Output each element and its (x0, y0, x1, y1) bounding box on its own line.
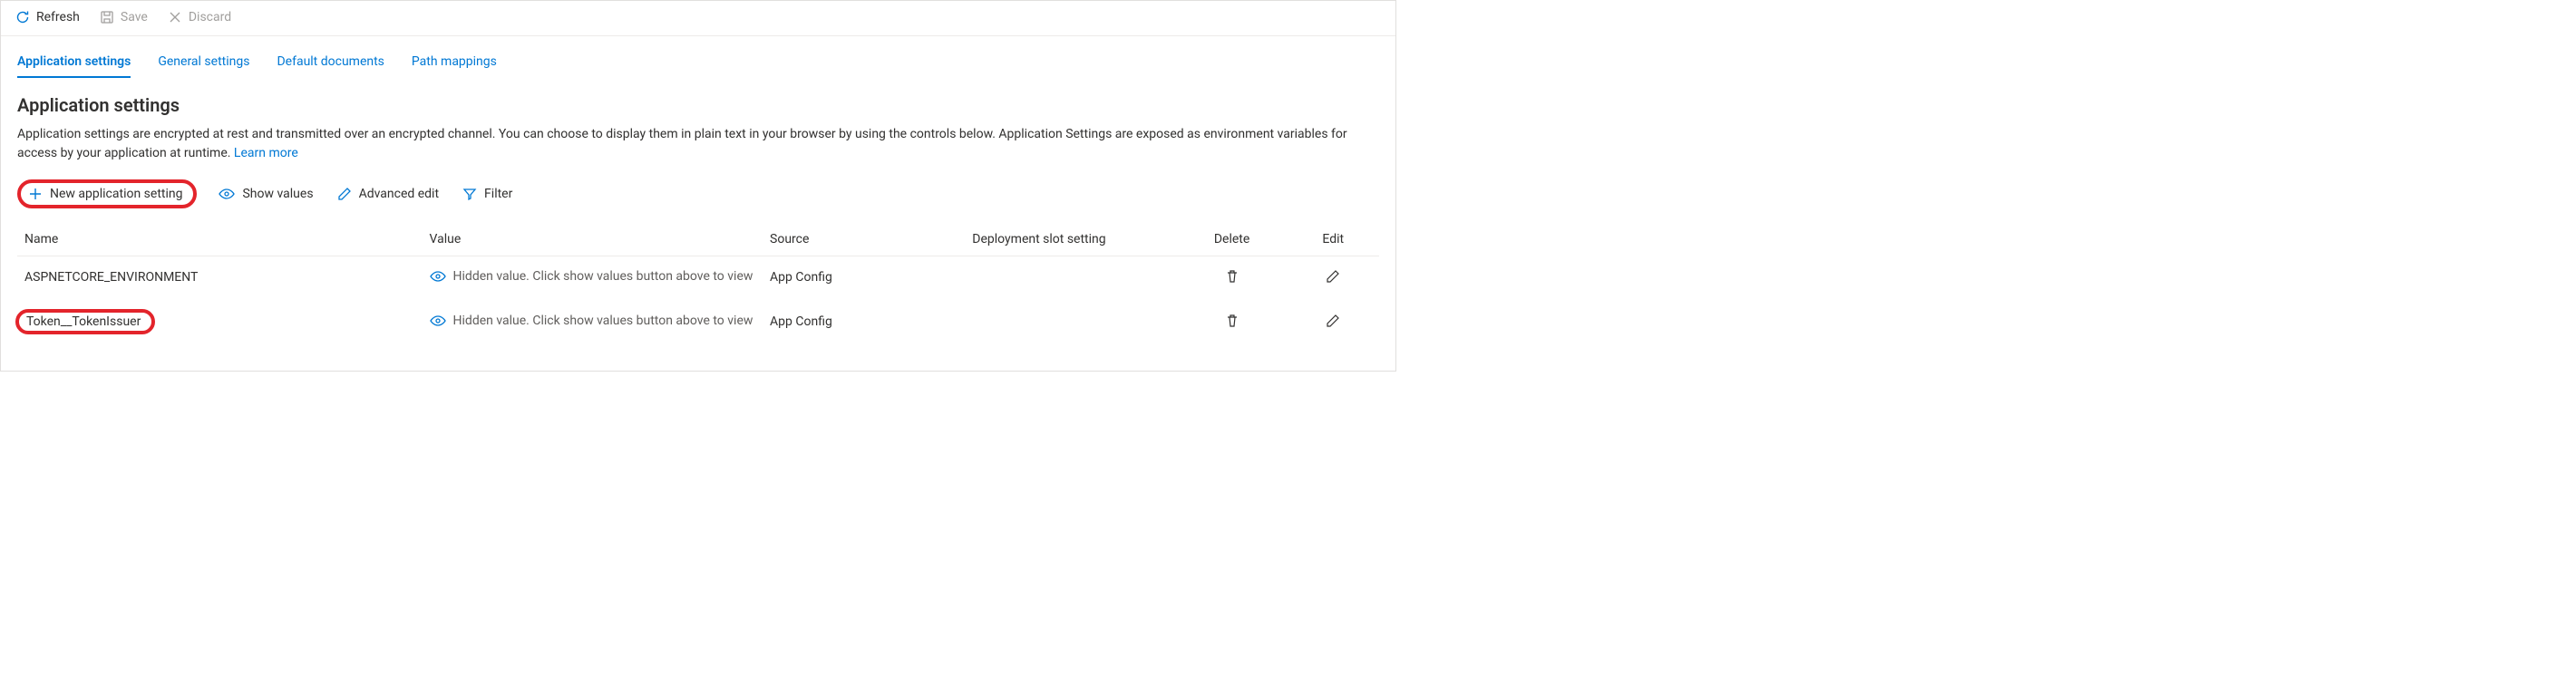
highlight-new-setting: New application setting (17, 179, 197, 208)
edit-button[interactable] (1324, 312, 1342, 330)
header-slot[interactable]: Deployment slot setting (965, 223, 1176, 256)
filter-button[interactable]: Filter (461, 183, 514, 205)
table-row: Token__TokenIssuer Hidden value. Click s… (17, 298, 1379, 345)
eye-icon (430, 270, 446, 283)
highlight-token-issuer: Token__TokenIssuer (15, 309, 155, 334)
header-source[interactable]: Source (763, 223, 965, 256)
eye-icon (430, 314, 446, 327)
setting-value-cell: Hidden value. Click show values button a… (423, 256, 763, 299)
hidden-value[interactable]: Hidden value. Click show values button a… (430, 314, 753, 328)
save-button[interactable]: Save (98, 8, 150, 26)
trash-icon (1225, 314, 1239, 328)
discard-icon (168, 10, 182, 24)
header-value[interactable]: Value (423, 223, 763, 256)
trash-icon (1225, 269, 1239, 284)
command-bar: Refresh Save Discard (1, 1, 1395, 36)
refresh-icon (15, 10, 30, 24)
pencil-icon (337, 187, 352, 201)
setting-name-cell[interactable]: ASPNETCORE_ENVIRONMENT (17, 256, 423, 299)
settings-actions: New application setting Show values (17, 179, 1379, 208)
plus-icon (28, 187, 43, 201)
edit-button[interactable] (1324, 267, 1342, 285)
new-setting-label: New application setting (50, 187, 182, 201)
discard-label: Discard (189, 10, 231, 24)
eye-icon (219, 188, 235, 200)
setting-source-cell: App Config (763, 256, 965, 299)
setting-slot-cell (965, 256, 1176, 299)
table-header-row: Name Value Source Deployment slot settin… (17, 223, 1379, 256)
new-application-setting-button[interactable]: New application setting (28, 187, 182, 201)
discard-button[interactable]: Discard (166, 8, 233, 26)
header-delete: Delete (1177, 223, 1288, 256)
setting-edit-cell (1287, 256, 1379, 299)
save-icon (100, 10, 114, 24)
setting-name: ASPNETCORE_ENVIRONMENT (24, 270, 198, 285)
tab-default-documents[interactable]: Default documents (277, 49, 384, 78)
save-label: Save (121, 10, 148, 24)
setting-slot-cell (965, 298, 1176, 345)
configuration-panel: Refresh Save Discard Application setting… (0, 0, 1396, 372)
advanced-edit-button[interactable]: Advanced edit (335, 183, 441, 205)
delete-button[interactable] (1223, 312, 1241, 330)
show-values-label: Show values (242, 187, 313, 201)
refresh-button[interactable]: Refresh (14, 8, 82, 26)
refresh-label: Refresh (36, 10, 80, 24)
filter-icon (462, 187, 477, 201)
description-text: Application settings are encrypted at re… (17, 127, 1347, 160)
pencil-icon (1326, 314, 1340, 328)
tab-strip: Application settings General settings De… (1, 36, 1395, 78)
filter-label: Filter (484, 187, 512, 201)
settings-table: Name Value Source Deployment slot settin… (17, 223, 1379, 345)
pencil-icon (1326, 269, 1340, 284)
table-row: ASPNETCORE_ENVIRONMENT Hidden value. Cli… (17, 256, 1379, 299)
learn-more-link[interactable]: Learn more (234, 146, 298, 160)
show-values-button[interactable]: Show values (217, 183, 315, 205)
setting-source-cell: App Config (763, 298, 965, 345)
setting-delete-cell (1177, 298, 1288, 345)
tab-path-mappings[interactable]: Path mappings (412, 49, 497, 78)
tab-general-settings[interactable]: General settings (158, 49, 249, 78)
hidden-value-text: Hidden value. Click show values button a… (453, 314, 753, 328)
hidden-value[interactable]: Hidden value. Click show values button a… (430, 269, 753, 284)
tab-application-settings[interactable]: Application settings (17, 49, 131, 78)
section-heading: Application settings (17, 94, 1379, 116)
hidden-value-text: Hidden value. Click show values button a… (453, 269, 753, 284)
header-name[interactable]: Name (17, 223, 423, 256)
setting-value-cell: Hidden value. Click show values button a… (423, 298, 763, 345)
section-content: Application settings Application setting… (1, 78, 1395, 345)
setting-edit-cell (1287, 298, 1379, 345)
section-description: Application settings are encrypted at re… (17, 125, 1379, 163)
setting-name-cell[interactable]: Token__TokenIssuer (17, 298, 423, 345)
setting-delete-cell (1177, 256, 1288, 299)
header-edit: Edit (1287, 223, 1379, 256)
setting-name: Token__TokenIssuer (26, 314, 141, 329)
advanced-edit-label: Advanced edit (359, 187, 439, 201)
delete-button[interactable] (1223, 267, 1241, 285)
